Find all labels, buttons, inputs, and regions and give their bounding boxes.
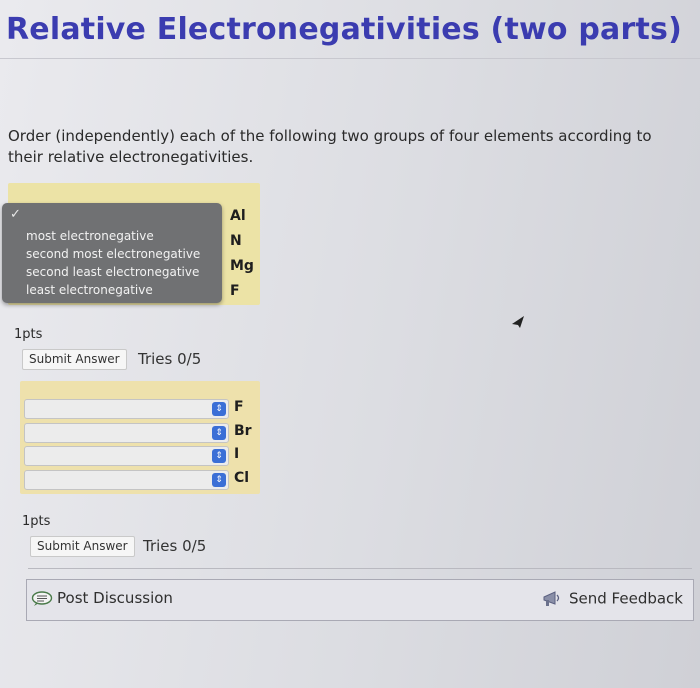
menu-option-most[interactable]: most electronegative [26, 229, 154, 243]
menu-option-second-least[interactable]: second least electronegative [26, 265, 199, 279]
select-arrows-icon: ⇕ [212, 473, 226, 487]
select-arrows-icon: ⇕ [212, 426, 226, 440]
feedback-megaphone-icon [543, 591, 560, 606]
element-label: Br [234, 423, 252, 439]
send-feedback-label: Send Feedback [569, 589, 683, 608]
post-discussion-label: Post Discussion [57, 589, 173, 607]
element-label: N [230, 233, 242, 249]
select-arrows-icon: ⇕ [212, 449, 226, 463]
part2-submit-button[interactable]: Submit Answer [30, 536, 135, 557]
menu-option-second-most[interactable]: second most electronegative [26, 247, 200, 261]
section-divider [28, 568, 692, 569]
part1-submit-button[interactable]: Submit Answer [22, 349, 127, 370]
element-label: Mg [230, 258, 254, 274]
page-title: Relative Electronegativities (two parts) [6, 12, 682, 47]
title-divider [0, 58, 700, 59]
part1-points: 1pts [14, 327, 43, 342]
rank-select[interactable]: ⇕ [24, 423, 229, 443]
element-label: F [230, 283, 240, 299]
rank-select[interactable]: ⇕ [24, 470, 229, 490]
send-feedback-link[interactable]: Send Feedback [541, 589, 683, 609]
instructions-text: Order (independently) each of the follow… [8, 127, 652, 166]
select-arrows-icon: ⇕ [212, 402, 226, 416]
post-discussion-link[interactable]: Post Discussion [31, 589, 173, 607]
rank-dropdown-menu[interactable]: ✓ most electronegative second most elect… [2, 203, 222, 303]
discussion-icon [31, 590, 53, 606]
menu-option-least[interactable]: least electronegative [26, 283, 153, 297]
rank-select[interactable]: ⇕ [24, 399, 229, 419]
checkmark-icon: ✓ [10, 207, 21, 222]
part2-tries: Tries 0/5 [143, 537, 207, 555]
element-label: I [234, 446, 240, 462]
part2-points: 1pts [22, 514, 51, 529]
rank-select[interactable]: ⇕ [24, 446, 229, 466]
part1-tries: Tries 0/5 [138, 350, 202, 368]
element-label: Cl [234, 470, 250, 486]
element-label: F [234, 399, 244, 415]
element-label: Al [230, 208, 246, 224]
footer-bar: Post Discussion Send Feedback [26, 579, 694, 621]
mouse-cursor-icon [512, 316, 524, 328]
